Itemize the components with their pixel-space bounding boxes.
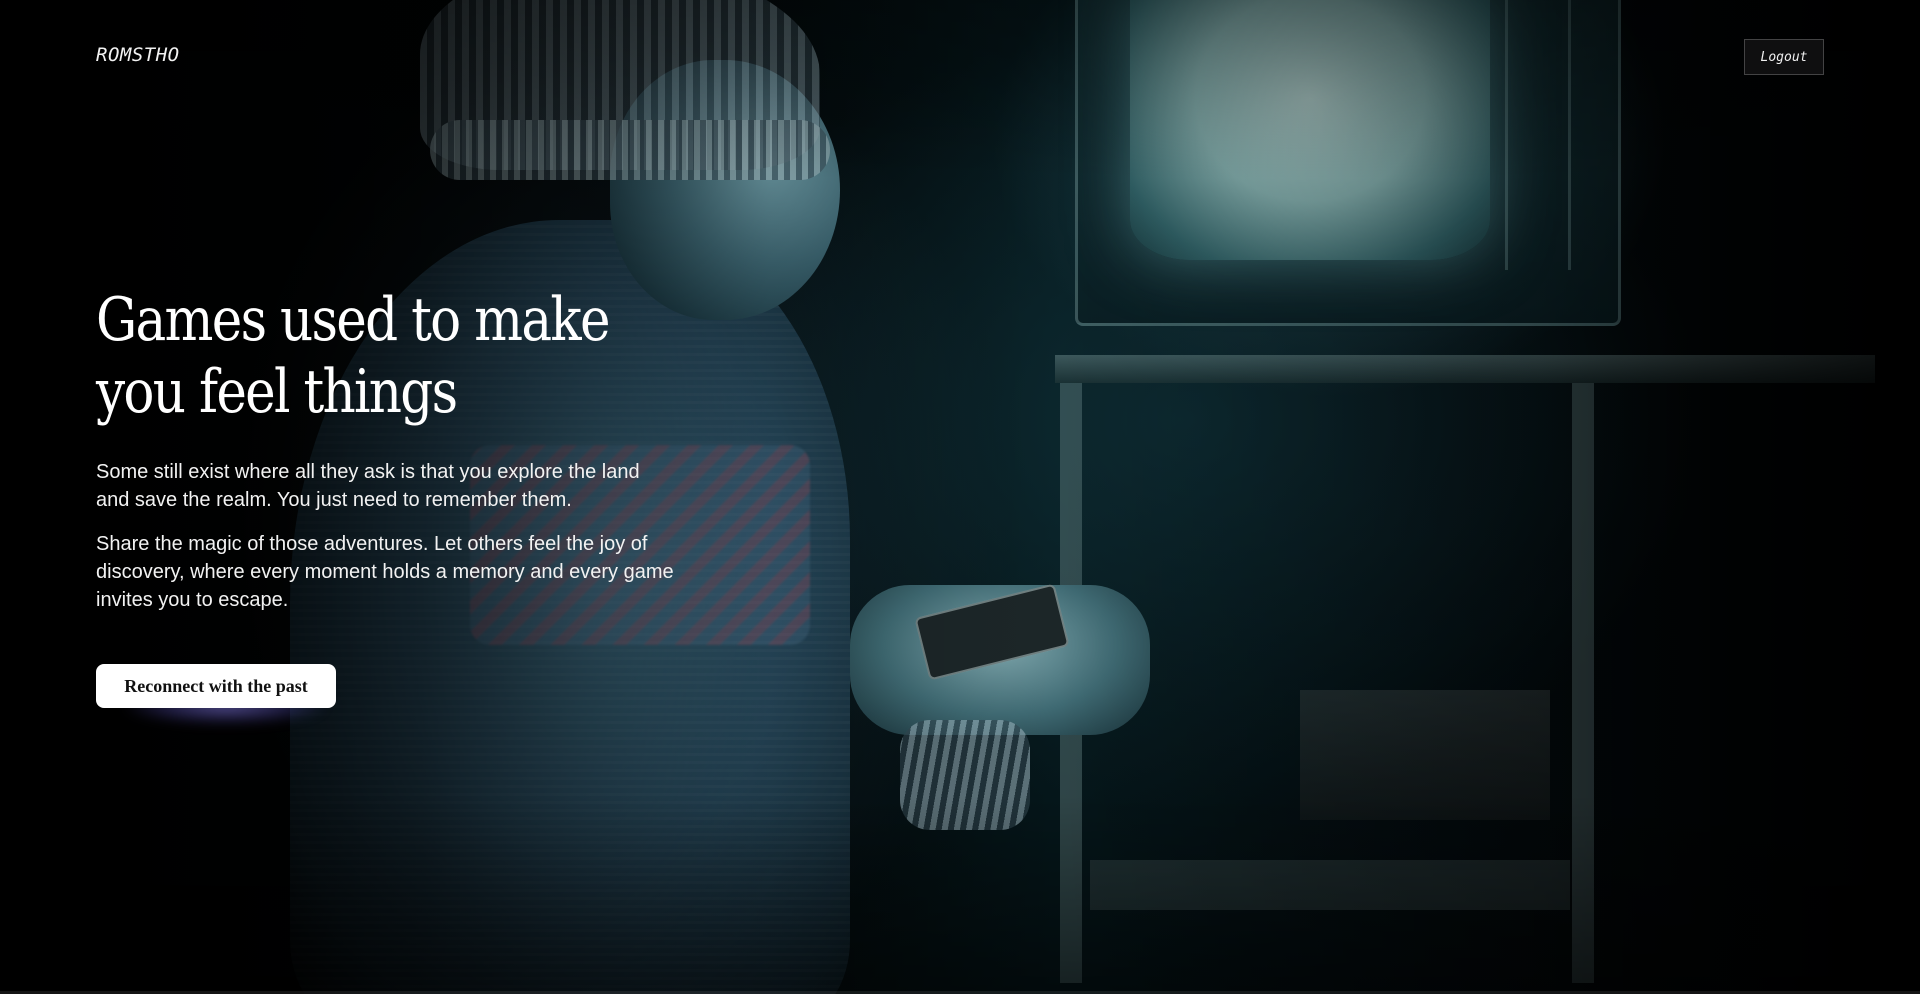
child-head-illustration	[610, 60, 840, 320]
game-controller-illustration	[914, 583, 1070, 681]
hero-section: Games used to make you feel things Some …	[96, 284, 696, 724]
tv-stand-illustration	[1055, 355, 1875, 383]
tv-stand-leg-illustration	[1060, 383, 1082, 983]
hands-illustration	[850, 585, 1150, 735]
hero-title-line-2: you feel things	[96, 357, 458, 427]
television-panel-illustration	[1505, 0, 1571, 270]
sleeve-cuff-illustration	[900, 720, 1030, 830]
landing-page: ROMSTHO Logout Games used to make you fe…	[0, 0, 1920, 994]
hero-title: Games used to make you feel things	[96, 284, 646, 428]
console-box-illustration	[1300, 690, 1550, 820]
hero-paragraph-2: Share the magic of those adventures. Let…	[96, 533, 674, 611]
hero-paragraph-1: Some still exist where all they ask is t…	[96, 461, 640, 511]
tv-stand-shelf-illustration	[1090, 860, 1570, 910]
logout-button[interactable]: Logout	[1744, 39, 1824, 75]
beanie-brim-illustration	[430, 120, 830, 180]
beanie-illustration	[420, 0, 820, 170]
tv-stand-leg-illustration	[1572, 383, 1594, 983]
television-illustration	[1075, 0, 1621, 326]
reconnect-button[interactable]: Reconnect with the past	[96, 664, 336, 708]
hero-title-line-1: Games used to make	[96, 285, 610, 355]
cta-container: Reconnect with the past	[96, 664, 336, 724]
television-screen-illustration	[1130, 0, 1490, 260]
site-logo[interactable]: ROMSTHO	[96, 44, 180, 66]
